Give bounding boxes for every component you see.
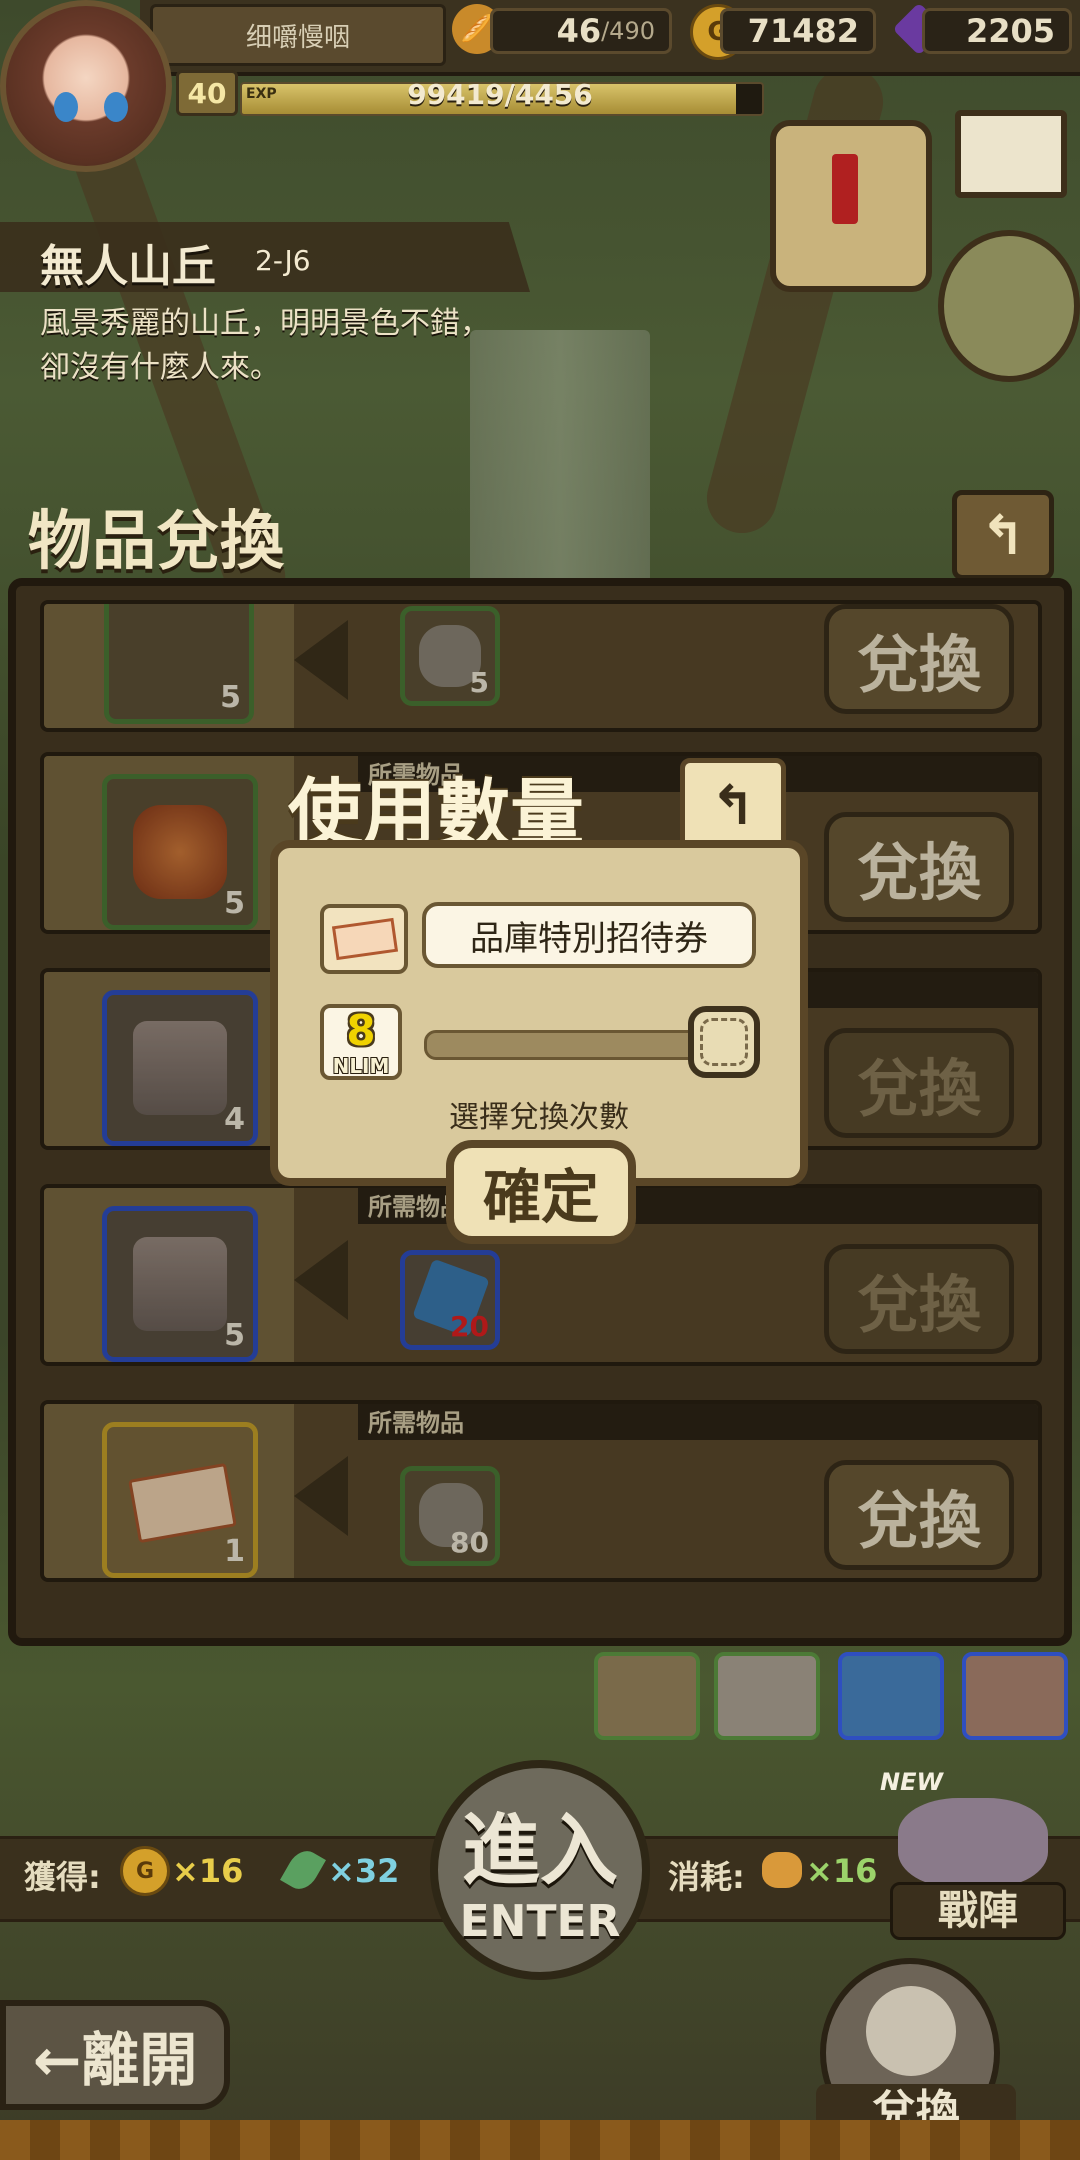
location-name: 無人山丘 <box>40 241 216 292</box>
ticket-shape <box>331 917 399 961</box>
ground-edge <box>0 2120 1080 2160</box>
leave-button[interactable]: ←離開 <box>0 2000 230 2110</box>
item-quantity: 1 <box>224 1534 245 1569</box>
panel-title: 物品兌換 <box>28 505 284 579</box>
arrow-icon <box>294 1456 348 1536</box>
quest-scroll-icon[interactable] <box>770 120 932 292</box>
stamina-max: /490 <box>601 17 655 45</box>
confirm-button[interactable]: 確定 <box>446 1140 636 1244</box>
enter-label-cn: 進入 <box>461 1806 618 1896</box>
wood-log-icon[interactable]: 5 <box>102 774 258 930</box>
chest-icon <box>133 1021 227 1115</box>
ore-icon: 80 <box>400 1466 500 1566</box>
chest-icon <box>133 1237 227 1331</box>
exp-value: 99419/4456 <box>407 78 593 111</box>
new-badge: NEW <box>880 1768 943 1796</box>
required-quantity: 80 <box>450 1526 489 1559</box>
exchange-button[interactable]: 兌換 <box>824 604 1014 714</box>
player-avatar[interactable] <box>0 0 172 172</box>
required-items-label: 所需物品 <box>358 1404 1038 1440</box>
avatar-eye <box>104 92 128 122</box>
crystal-icon <box>838 1652 944 1740</box>
bread-icon <box>762 1852 802 1888</box>
arrow-icon <box>294 1240 348 1320</box>
description-line: 風景秀麗的山丘，明明景色不錯， <box>40 306 490 341</box>
formation-label: 戰陣 <box>890 1882 1066 1940</box>
panel-back-button[interactable]: ↰ <box>952 490 1054 580</box>
quantity-slider-track[interactable] <box>424 1030 730 1060</box>
exchange-button[interactable]: 兌換 <box>824 1244 1014 1354</box>
exchange-button[interactable]: 兌換 <box>824 812 1014 922</box>
crystal-icon: 20 <box>400 1250 500 1350</box>
gold-counter: 71482 <box>720 8 876 54</box>
stamina-counter: 46/490 <box>490 8 672 54</box>
cost-label: 消耗: <box>668 1858 745 1896</box>
item-quantity: 5 <box>220 680 241 715</box>
ticket-icon <box>128 1462 238 1544</box>
gain-feather: ×32 <box>328 1852 400 1890</box>
formation-character-icon <box>898 1798 1048 1888</box>
exchange-bags-icon <box>866 1986 956 2076</box>
exchange-row: 所需物品 1 80 兌換 <box>40 1400 1042 1582</box>
item-quantity: 5 <box>224 1318 245 1353</box>
scroll-item-icon <box>594 1652 700 1740</box>
required-quantity: 20 <box>450 1310 489 1343</box>
gain-gold: ×16 <box>172 1852 244 1890</box>
item-name: 品庫特別招待券 <box>422 902 756 968</box>
player-level: 40 <box>176 70 238 116</box>
ticket-icon[interactable]: 1 <box>102 1422 258 1578</box>
gem-counter: 2205 <box>922 8 1072 54</box>
exchange-button[interactable]: 兌換 <box>824 1028 1014 1138</box>
chest-icon <box>962 1652 1068 1740</box>
select-count-hint: 選擇兌換次數 <box>449 1100 629 1135</box>
avatar-eye <box>54 92 78 122</box>
wood-log-icon <box>133 805 227 899</box>
trident-icon[interactable]: 5 <box>104 604 254 724</box>
formation-button[interactable]: 戰陣 <box>878 1778 1068 1940</box>
count-label: NLIM <box>332 1054 390 1078</box>
mail-icon[interactable] <box>955 110 1067 198</box>
item-quantity: 4 <box>224 1102 245 1137</box>
enter-button[interactable]: 進入 ENTER <box>430 1760 650 1980</box>
gain-label: 獲得: <box>24 1858 101 1896</box>
description-line: 卻沒有什麼人來。 <box>40 350 280 385</box>
location-description: 風景秀麗的山丘，明明景色不錯， 卻沒有什麼人來。 <box>40 302 600 390</box>
ore-icon <box>714 1652 820 1740</box>
item-quantity: 5 <box>224 886 245 921</box>
player-name: 细嚼慢咽 <box>150 4 446 66</box>
exclamation-mark <box>832 154 858 224</box>
quantity-slider-knob[interactable] <box>688 1006 760 1078</box>
chest-icon[interactable]: 5 <box>102 1206 258 1362</box>
stamina-value: 46 <box>556 12 602 50</box>
ore-icon: 5 <box>400 606 500 706</box>
enter-label-en: ENTER <box>459 1896 621 1947</box>
cost-bread: ×16 <box>806 1852 878 1890</box>
exchange-row: 5 5 兌換 <box>40 600 1042 732</box>
exchange-button[interactable]: 兌換 <box>824 1460 1014 1570</box>
backpack-icon[interactable] <box>938 230 1080 382</box>
gold-coin-icon: G <box>120 1846 170 1896</box>
modal-back-button[interactable]: ↰ <box>680 758 786 852</box>
arrow-icon <box>294 620 348 700</box>
location-code: 2-J6 <box>255 244 311 277</box>
count-value: 8 <box>346 1006 376 1055</box>
required-quantity: 5 <box>469 666 489 699</box>
ticket-icon <box>320 904 408 974</box>
chest-icon[interactable]: 4 <box>102 990 258 1146</box>
